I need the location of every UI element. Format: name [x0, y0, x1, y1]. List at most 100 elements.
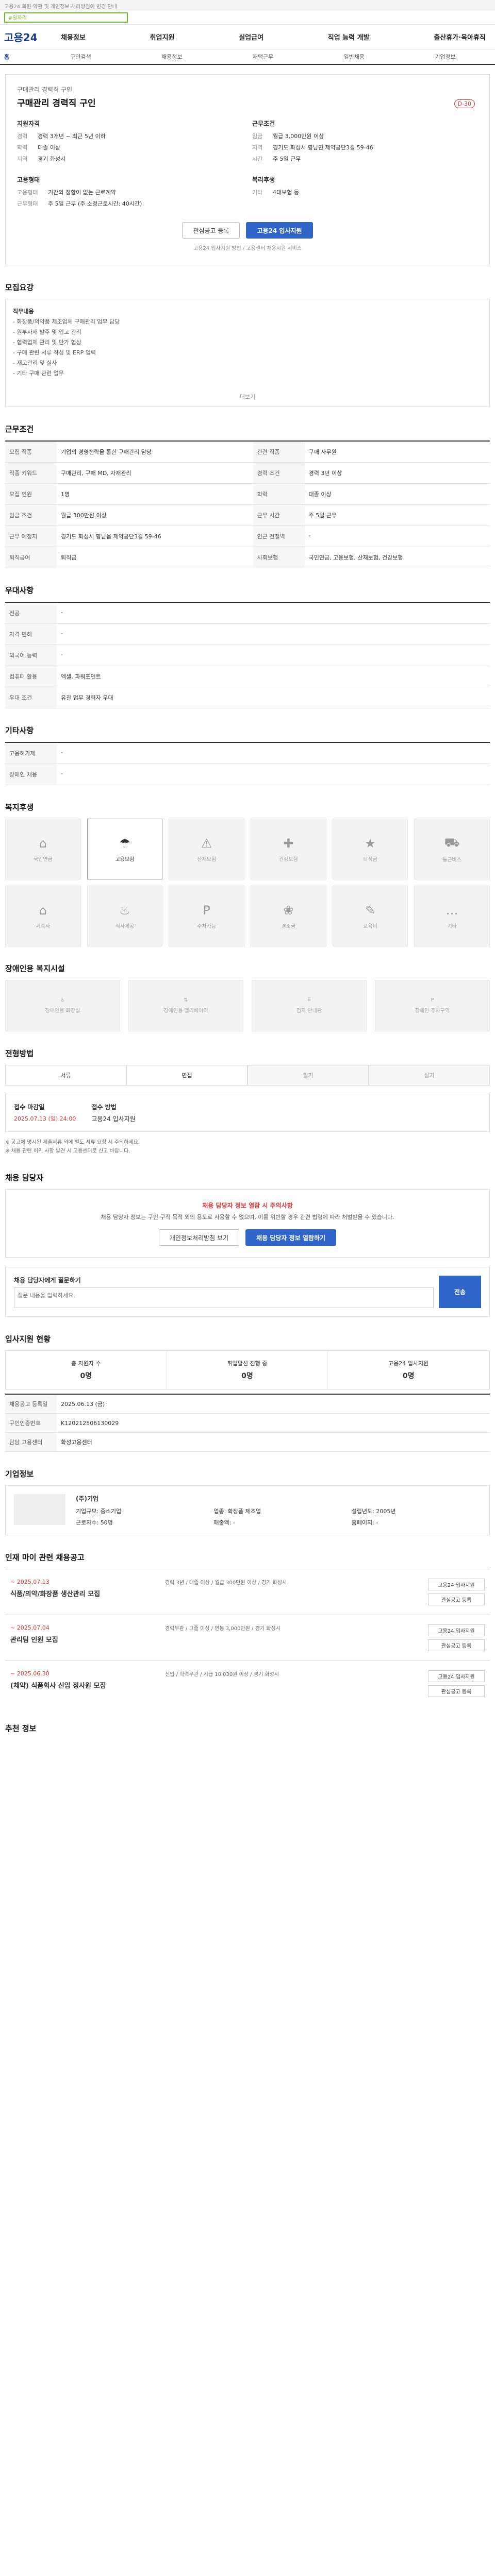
method-label: 접수 방법: [91, 1104, 117, 1111]
welfare-icon: ✎: [365, 903, 376, 918]
disability-card: P 장애인 주차구역: [375, 980, 490, 1031]
site-logo[interactable]: 고용24: [4, 29, 61, 44]
welfare-label: 고용보험: [115, 856, 135, 862]
info-table: 채용공고 등록일 2025.06.13 (금) 구인인증번호 K1202125061…: [5, 1394, 490, 1452]
gnb-item[interactable]: 채용정보: [61, 32, 86, 42]
list-item[interactable]: ~ 2025.07.04 관리팀 인원 모집 경력무관 / 고졸 이상 / 연봉 …: [5, 1615, 490, 1660]
dday-badge: D-30: [454, 99, 475, 108]
item-scrap-button[interactable]: 관심공고 등록: [428, 1594, 485, 1605]
item-info: 경력 3년 / 대졸 이상 / 월급 300만원 이상 / 경기 화성시: [165, 1580, 287, 1586]
subnav-item[interactable]: 일반채용: [308, 53, 400, 61]
gnb-item[interactable]: 실업급여: [239, 32, 263, 42]
search-input[interactable]: #일자리: [4, 12, 128, 23]
summary-value: 기간의 정함이 없는 근로계약: [48, 189, 116, 196]
more-button[interactable]: 더보기: [6, 392, 489, 402]
summary-key: 임금: [252, 133, 263, 140]
summary-key: 근무형태: [17, 200, 38, 207]
table-value: 구매 사무원: [304, 441, 490, 463]
company-title: (주)기업: [76, 1495, 99, 1502]
item-title[interactable]: 관리팀 인원 모집: [10, 1634, 155, 1644]
braille-icon: ⠿: [307, 997, 311, 1003]
submit-button[interactable]: 전송: [439, 1276, 481, 1308]
item-scrap-button[interactable]: 관심공고 등록: [428, 1639, 485, 1651]
welfare-icon: ⚠: [201, 836, 212, 851]
privacy-button[interactable]: 개인정보처리방침 보기: [158, 1229, 240, 1246]
method-value: 고용24 입사지원: [91, 1115, 136, 1123]
warn-title: 채용 담당자 정보 열람 시 주의사항: [202, 1202, 293, 1209]
section-title: 우대사항: [5, 586, 34, 595]
summary-key: 학력: [17, 144, 28, 151]
table-value: 엑셀, 파워포인트: [57, 666, 490, 687]
company-field: 기업규모: 중소기업: [76, 1508, 122, 1515]
item-apply-button[interactable]: 고용24 입사지원: [428, 1624, 485, 1636]
section-title: 복지후생: [5, 803, 34, 812]
subnav-item[interactable]: 채용정보: [126, 53, 218, 61]
sub-nav: 홈 구인검색 채용정보 재택근무 일반채용 기업정보: [0, 49, 495, 65]
item-date: ~ 2025.07.13: [10, 1579, 50, 1585]
gnb-item[interactable]: 직업 능력 개발: [328, 32, 370, 42]
welfare-icon: ♨: [119, 903, 130, 918]
item-title[interactable]: 식품/의약/화장품 생산관리 모집: [10, 1588, 155, 1598]
welfare-card: ⌂ 국민연금: [5, 819, 81, 879]
section-title: 전형방법: [5, 1049, 34, 1058]
item-scrap-button[interactable]: 관심공고 등록: [428, 1685, 485, 1697]
list-item[interactable]: ~ 2025.06.30 (체약) 식품회사 신입 정사원 모집 신입 / 학력무…: [5, 1660, 490, 1706]
summary-value: 월급 3,000만원 이상: [273, 133, 324, 140]
related-list: ~ 2025.07.13 식품/의약/화장품 생산관리 모집 경력 3년 / 대졸…: [5, 1569, 490, 1706]
summary-key: 지역: [252, 144, 263, 151]
item-apply-button[interactable]: 고용24 입사지원: [428, 1579, 485, 1590]
welfare-icon: P: [203, 903, 210, 918]
table-key: 모집 인원: [5, 483, 57, 505]
welfare-label: 산재보험: [197, 856, 217, 862]
disability-card: ⠿ 점자 안내판: [252, 980, 367, 1031]
item-info: 경력무관 / 고졸 이상 / 연봉 3,000만원 / 경기 화성시: [165, 1626, 280, 1632]
welfare-label: 주차가능: [197, 923, 217, 929]
welfare-icon: ✚: [283, 836, 294, 851]
text-line: 직무내용: [13, 308, 34, 315]
global-nav: 채용정보 취업지원 실업급여 직업 능력 개발 출산휴가·육아휴직: [61, 32, 491, 42]
item-title[interactable]: (체약) 식품회사 신입 정사원 모집: [10, 1680, 155, 1690]
table-key: 전공: [5, 602, 57, 624]
text-line: - 원부자재 발주 및 입고 관리: [13, 329, 81, 335]
subnav-item[interactable]: 홈: [4, 53, 35, 61]
stat-cell: 총 지원자 수 0명: [6, 1351, 167, 1389]
header: 고용24 채용정보 취업지원 실업급여 직업 능력 개발 출산휴가·육아휴직: [0, 25, 495, 49]
subnav-item[interactable]: 재택근무: [218, 53, 309, 61]
deadline-date: 2025.07.13 (일) 24:00: [14, 1115, 76, 1122]
manager-alert: 채용 담당자 정보 열람 시 주의사항 채용 담당자 정보는 구인·구직 목적 …: [5, 1189, 490, 1258]
scrap-button[interactable]: 관심공고 등록: [182, 222, 240, 239]
elevator-icon: ⇅: [184, 997, 188, 1003]
table-value: 주 5일 근무: [304, 504, 490, 526]
table-key: 우대 조건: [5, 687, 57, 708]
table-key: 직종 키워드: [5, 462, 57, 484]
welfare-card: P 주차가능: [169, 886, 244, 946]
question-input[interactable]: [14, 1287, 434, 1308]
question-label: 채용 담당자에게 질문하기: [14, 1277, 81, 1284]
summary-key: 시간: [252, 156, 263, 162]
stat-label: 고용24 입사지원: [388, 1360, 429, 1367]
question-form: 채용 담당자에게 질문하기 전송: [5, 1267, 490, 1317]
table-value: 유관 업무 경력자 우대: [57, 687, 490, 708]
card-label: 점자 안내판: [296, 1008, 322, 1014]
summary-value: 4대보험 등: [273, 189, 299, 196]
table-value: 2025.06.13 (금): [57, 1394, 490, 1414]
table-value: 구매관리, 구매 MD, 자재관리: [57, 462, 253, 484]
list-item[interactable]: ~ 2025.07.13 식품/의약/화장품 생산관리 모집 경력 3년 / 대졸…: [5, 1569, 490, 1615]
gnb-item[interactable]: 출산휴가·육아휴직: [434, 32, 486, 42]
subnav-item[interactable]: 기업정보: [400, 53, 491, 61]
welfare-label: 건강보험: [278, 856, 298, 862]
view-manager-button[interactable]: 채용 담당자 정보 열람하기: [245, 1229, 337, 1246]
subnav-item[interactable]: 구인검색: [35, 53, 126, 61]
welfare-card: ⌂ 기숙사: [5, 886, 81, 946]
apply-button[interactable]: 고용24 입사지원: [246, 222, 313, 239]
section-title: 모집요강: [5, 283, 34, 292]
table-key: 장애인 채용: [5, 764, 57, 785]
section-title: 입사지원 현황: [5, 1334, 51, 1344]
table-value: -: [304, 526, 490, 547]
table-key: 컴퓨터 활용: [5, 666, 57, 687]
welfare-label: 퇴직금: [363, 856, 377, 862]
gnb-item[interactable]: 취업지원: [150, 32, 175, 42]
stat-value: 0명: [402, 1372, 415, 1380]
notice-item: ※ 채용 관련 허위 사항 발견 시 고용센터로 신고 바랍니다.: [5, 1148, 130, 1154]
item-apply-button[interactable]: 고용24 입사지원: [428, 1670, 485, 1682]
